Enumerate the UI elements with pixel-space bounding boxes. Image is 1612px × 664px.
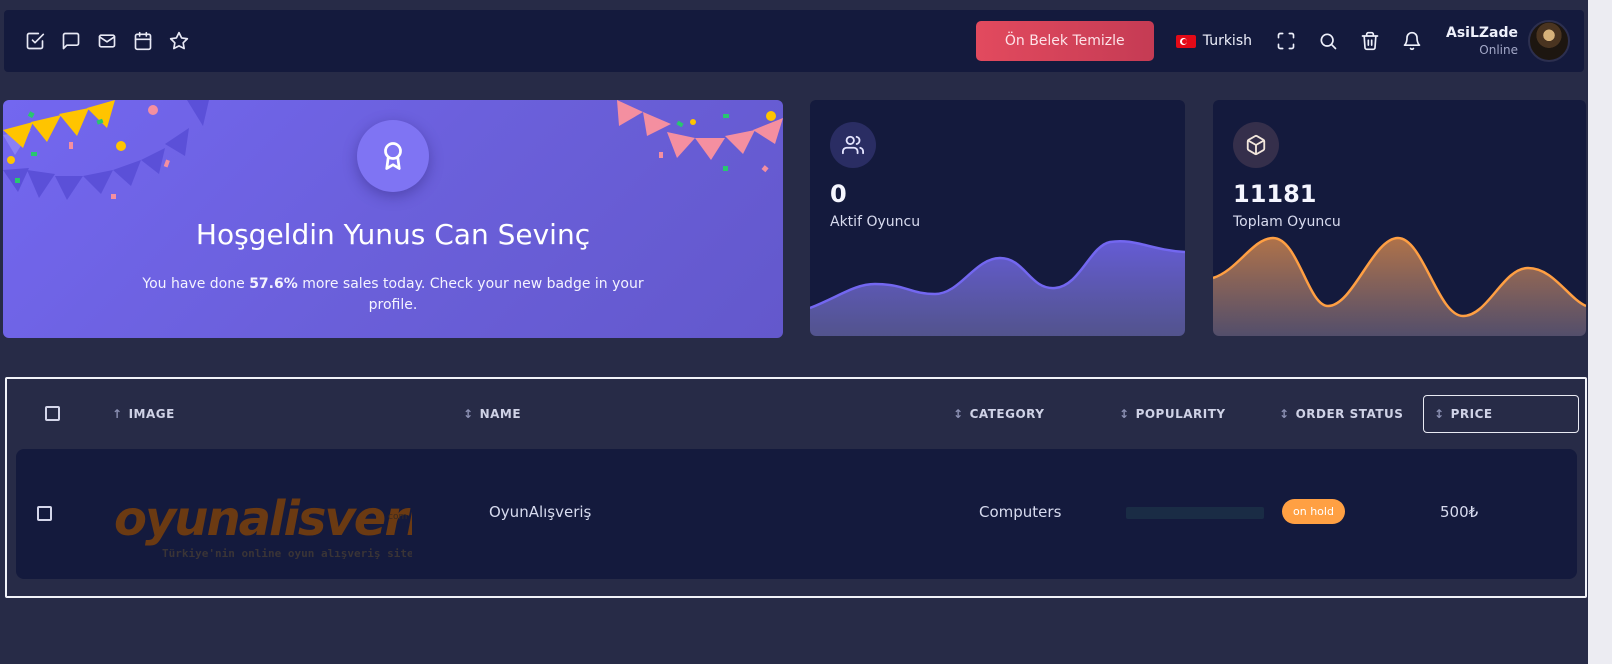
confetti-left-decoration — [3, 100, 209, 200]
column-order-status-label: ORDER STATUS — [1295, 407, 1404, 421]
product-category: Computers — [979, 503, 1062, 521]
logo-tagline: Türkiye'nin online oyun alışveriş sitesi — [162, 547, 412, 560]
logo-suffix: com — [388, 512, 407, 522]
active-players-area — [810, 241, 1185, 336]
user-name: AsiLZade — [1445, 25, 1518, 41]
trash-icon[interactable] — [1358, 29, 1382, 53]
total-players-value: 11181 — [1233, 180, 1317, 208]
sort-icon: ↕ — [1119, 407, 1130, 421]
product-price: 500₺ — [1440, 503, 1479, 521]
search-icon[interactable] — [1316, 29, 1340, 53]
box-icon — [1233, 122, 1279, 168]
welcome-text-after: more sales today. Check your new badge i… — [297, 276, 644, 313]
column-image[interactable]: ↑ IMAGE — [112, 405, 175, 423]
turkey-flag-icon — [1175, 34, 1196, 48]
clear-cache-button[interactable]: Ön Belek Temizle — [975, 21, 1154, 61]
sort-icon: ↕ — [1434, 407, 1445, 421]
total-players-area — [1213, 238, 1586, 336]
welcome-highlight: 57.6% — [249, 276, 298, 292]
welcome-title: Hoşgeldin Yunus Can Sevinç — [195, 218, 591, 251]
message-icon[interactable] — [60, 30, 82, 52]
column-price-label: PRICE — [1450, 407, 1493, 421]
mail-icon[interactable] — [96, 30, 118, 52]
products-table: ↑ IMAGE ↕ NAME ↕ CATEGORY ↕ POPULARITY ↕… — [5, 377, 1587, 598]
star-icon[interactable] — [168, 30, 190, 52]
welcome-text: You have done 57.6% more sales today. Ch… — [133, 274, 653, 316]
logo-text: oyunalisveris — [114, 491, 412, 547]
active-players-value: 0 — [830, 180, 847, 208]
column-order-status[interactable]: ↕ ORDER STATUS — [1279, 405, 1403, 423]
select-all-checkbox[interactable] — [45, 406, 60, 421]
sort-icon: ↕ — [463, 407, 474, 421]
top-navbar: Ön Belek Temizle Turkish AsiLZade Online — [4, 10, 1584, 72]
user-status: Online — [1479, 43, 1518, 57]
column-category[interactable]: ↕ CATEGORY — [953, 405, 1044, 423]
column-popularity-label: POPULARITY — [1135, 407, 1226, 421]
status-badge: on hold — [1282, 499, 1345, 524]
column-name-label: NAME — [479, 407, 522, 421]
language-label: Turkish — [1202, 33, 1252, 49]
users-icon — [830, 122, 876, 168]
navbar-actions: Ön Belek Temizle Turkish AsiLZade Online — [975, 10, 1584, 72]
row-checkbox[interactable] — [37, 506, 52, 521]
sort-icon: ↕ — [1279, 407, 1290, 421]
column-name[interactable]: ↕ NAME — [463, 405, 521, 423]
award-badge — [357, 120, 429, 192]
page-edge — [1588, 0, 1612, 664]
product-logo-image[interactable]: oyunalisveris com Türkiye'nin online oyu… — [112, 483, 412, 563]
column-image-label: IMAGE — [128, 407, 175, 421]
popularity-bar — [1126, 507, 1264, 519]
column-popularity[interactable]: ↕ POPULARITY — [1119, 405, 1226, 423]
table-row[interactable]: oyunalisveris com Türkiye'nin online oyu… — [16, 449, 1577, 579]
total-players-chart — [1213, 236, 1586, 336]
calendar-icon[interactable] — [132, 30, 154, 52]
welcome-card: Hoşgeldin Yunus Can Sevinç You have done… — [3, 100, 783, 338]
award-icon — [384, 142, 402, 170]
sort-icon: ↕ — [953, 407, 964, 421]
navbar-shortcuts — [4, 30, 190, 52]
total-players-card: 11181 Toplam Oyuncu — [1213, 100, 1586, 336]
welcome-text-before: You have done — [142, 276, 250, 292]
avatar[interactable] — [1528, 20, 1570, 62]
column-price[interactable]: ↕ PRICE — [1423, 395, 1579, 433]
column-category-label: CATEGORY — [969, 407, 1045, 421]
active-players-card: 0 Aktif Oyuncu — [810, 100, 1185, 336]
bell-icon[interactable] — [1400, 29, 1424, 53]
checkbox-icon[interactable] — [24, 30, 46, 52]
product-name: OyunAlışveriş — [489, 503, 592, 521]
language-selector[interactable]: Turkish — [1175, 33, 1252, 49]
confetti-right-decoration — [617, 100, 783, 173]
user-info[interactable]: AsiLZade Online — [1446, 25, 1518, 57]
table-header: ↑ IMAGE ↕ NAME ↕ CATEGORY ↕ POPULARITY ↕… — [7, 379, 1585, 449]
active-players-chart — [810, 239, 1185, 336]
sort-icon: ↑ — [112, 407, 123, 421]
fullscreen-icon[interactable] — [1274, 29, 1298, 53]
